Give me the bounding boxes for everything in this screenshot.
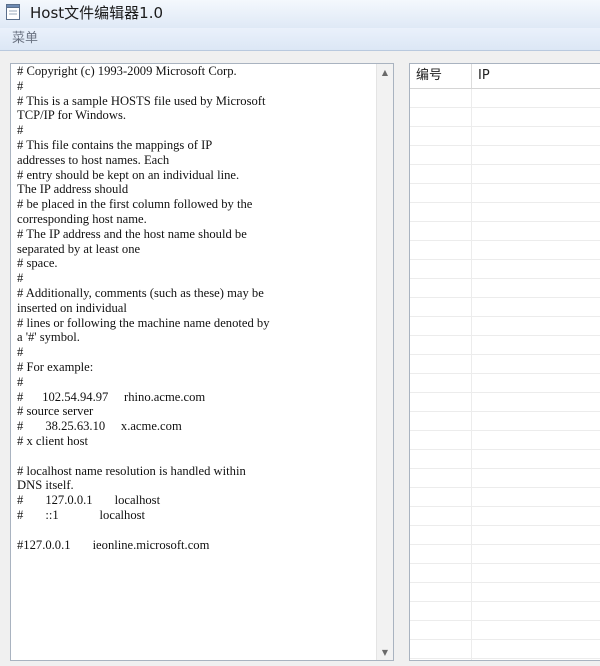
hosts-table[interactable]: 编号 IP	[409, 63, 600, 661]
editor-vertical-scrollbar[interactable]: ▲ ▼	[376, 64, 393, 660]
table-header: 编号 IP	[410, 64, 600, 89]
hosts-text-editor[interactable]: # Copyright (c) 1993-2009 Microsoft Corp…	[10, 63, 394, 661]
menu-bar: 菜单	[0, 28, 600, 51]
table-body[interactable]	[410, 89, 600, 660]
scroll-up-arrow-icon[interactable]: ▲	[377, 64, 393, 80]
column-header-number[interactable]: 编号	[410, 64, 472, 88]
window-title: Host文件编辑器1.0	[30, 4, 164, 22]
main-content: # Copyright (c) 1993-2009 Microsoft Corp…	[0, 51, 600, 666]
menu-item-main[interactable]: 菜单	[12, 30, 38, 48]
app-window-icon	[6, 4, 20, 20]
title-bar[interactable]: Host文件编辑器1.0	[0, 0, 600, 28]
scroll-down-arrow-icon[interactable]: ▼	[377, 644, 393, 660]
column-header-ip[interactable]: IP	[472, 64, 600, 88]
hosts-file-content[interactable]: # Copyright (c) 1993-2009 Microsoft Corp…	[17, 64, 377, 552]
